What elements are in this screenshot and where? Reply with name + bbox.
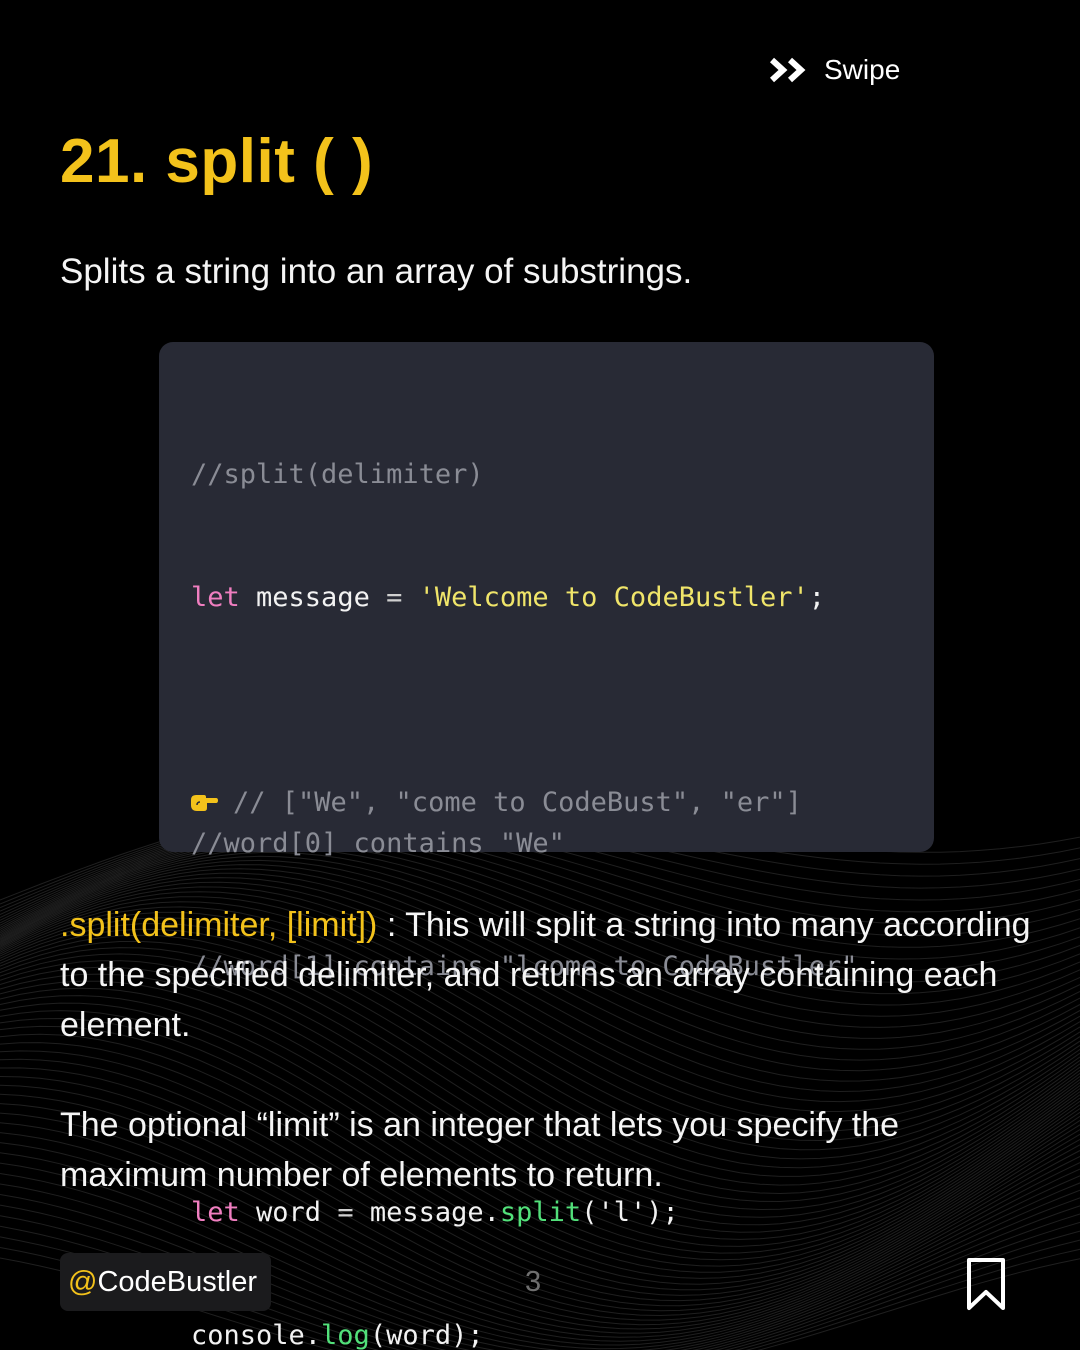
code-operator: = xyxy=(337,1197,354,1228)
method-signature: .split(delimiter, [limit]) xyxy=(60,906,378,944)
handle-name: CodeBustler xyxy=(97,1265,258,1298)
pointing-hand-icon xyxy=(191,794,218,811)
code-comment: //word[0] contains "We" xyxy=(191,828,565,859)
code-line-6: console.log(word); xyxy=(191,1315,934,1350)
code-output-line: // ["We", "come to CodeBust", "er"] xyxy=(189,782,802,823)
code-line-3: //word[0] contains "We" xyxy=(191,823,934,864)
subtitle: Splits a string into an array of substri… xyxy=(60,252,693,291)
handle-at: @ xyxy=(68,1265,98,1298)
code-keyword: let xyxy=(191,582,240,613)
code-object: message. xyxy=(353,1197,500,1228)
code-variable: word xyxy=(239,1197,338,1228)
author-handle[interactable]: @ CodeBustler xyxy=(60,1253,272,1311)
code-output: // ["We", "come to CodeBust", "er"] xyxy=(233,787,802,818)
double-chevron-right-icon xyxy=(770,57,806,83)
code-object: console. xyxy=(191,1320,322,1350)
swipe-label: Swipe xyxy=(824,54,901,85)
code-arguments: ('l'); xyxy=(581,1197,679,1228)
code-operator: = xyxy=(386,582,403,613)
code-variable: message xyxy=(239,582,387,613)
code-line-1: //split(delimiter) xyxy=(191,454,934,495)
bookmark-icon[interactable] xyxy=(963,1256,1009,1312)
code-string: 'Welcome to CodeBustler' xyxy=(402,582,809,613)
code-semicolon: ; xyxy=(808,582,826,613)
code-function: log xyxy=(321,1320,370,1350)
swipe-indicator: Swipe xyxy=(770,54,900,86)
page-number: 3 xyxy=(525,1266,542,1298)
code-arguments: (word); xyxy=(369,1320,484,1350)
method-description: .split(delimiter, [limit]) : This will s… xyxy=(60,900,1040,1050)
code-function: split xyxy=(499,1197,582,1228)
code-keyword: let xyxy=(191,1197,240,1228)
code-comment: //split(delimiter) xyxy=(191,459,484,490)
code-block: //split(delimiter) let message = 'Welcom… xyxy=(159,342,934,1350)
page-title: 21. split ( ) xyxy=(60,127,374,196)
limit-description: The optional “limit” is an integer that … xyxy=(60,1106,900,1194)
code-line-2: let message = 'Welcome to CodeBustler'; xyxy=(191,577,934,618)
